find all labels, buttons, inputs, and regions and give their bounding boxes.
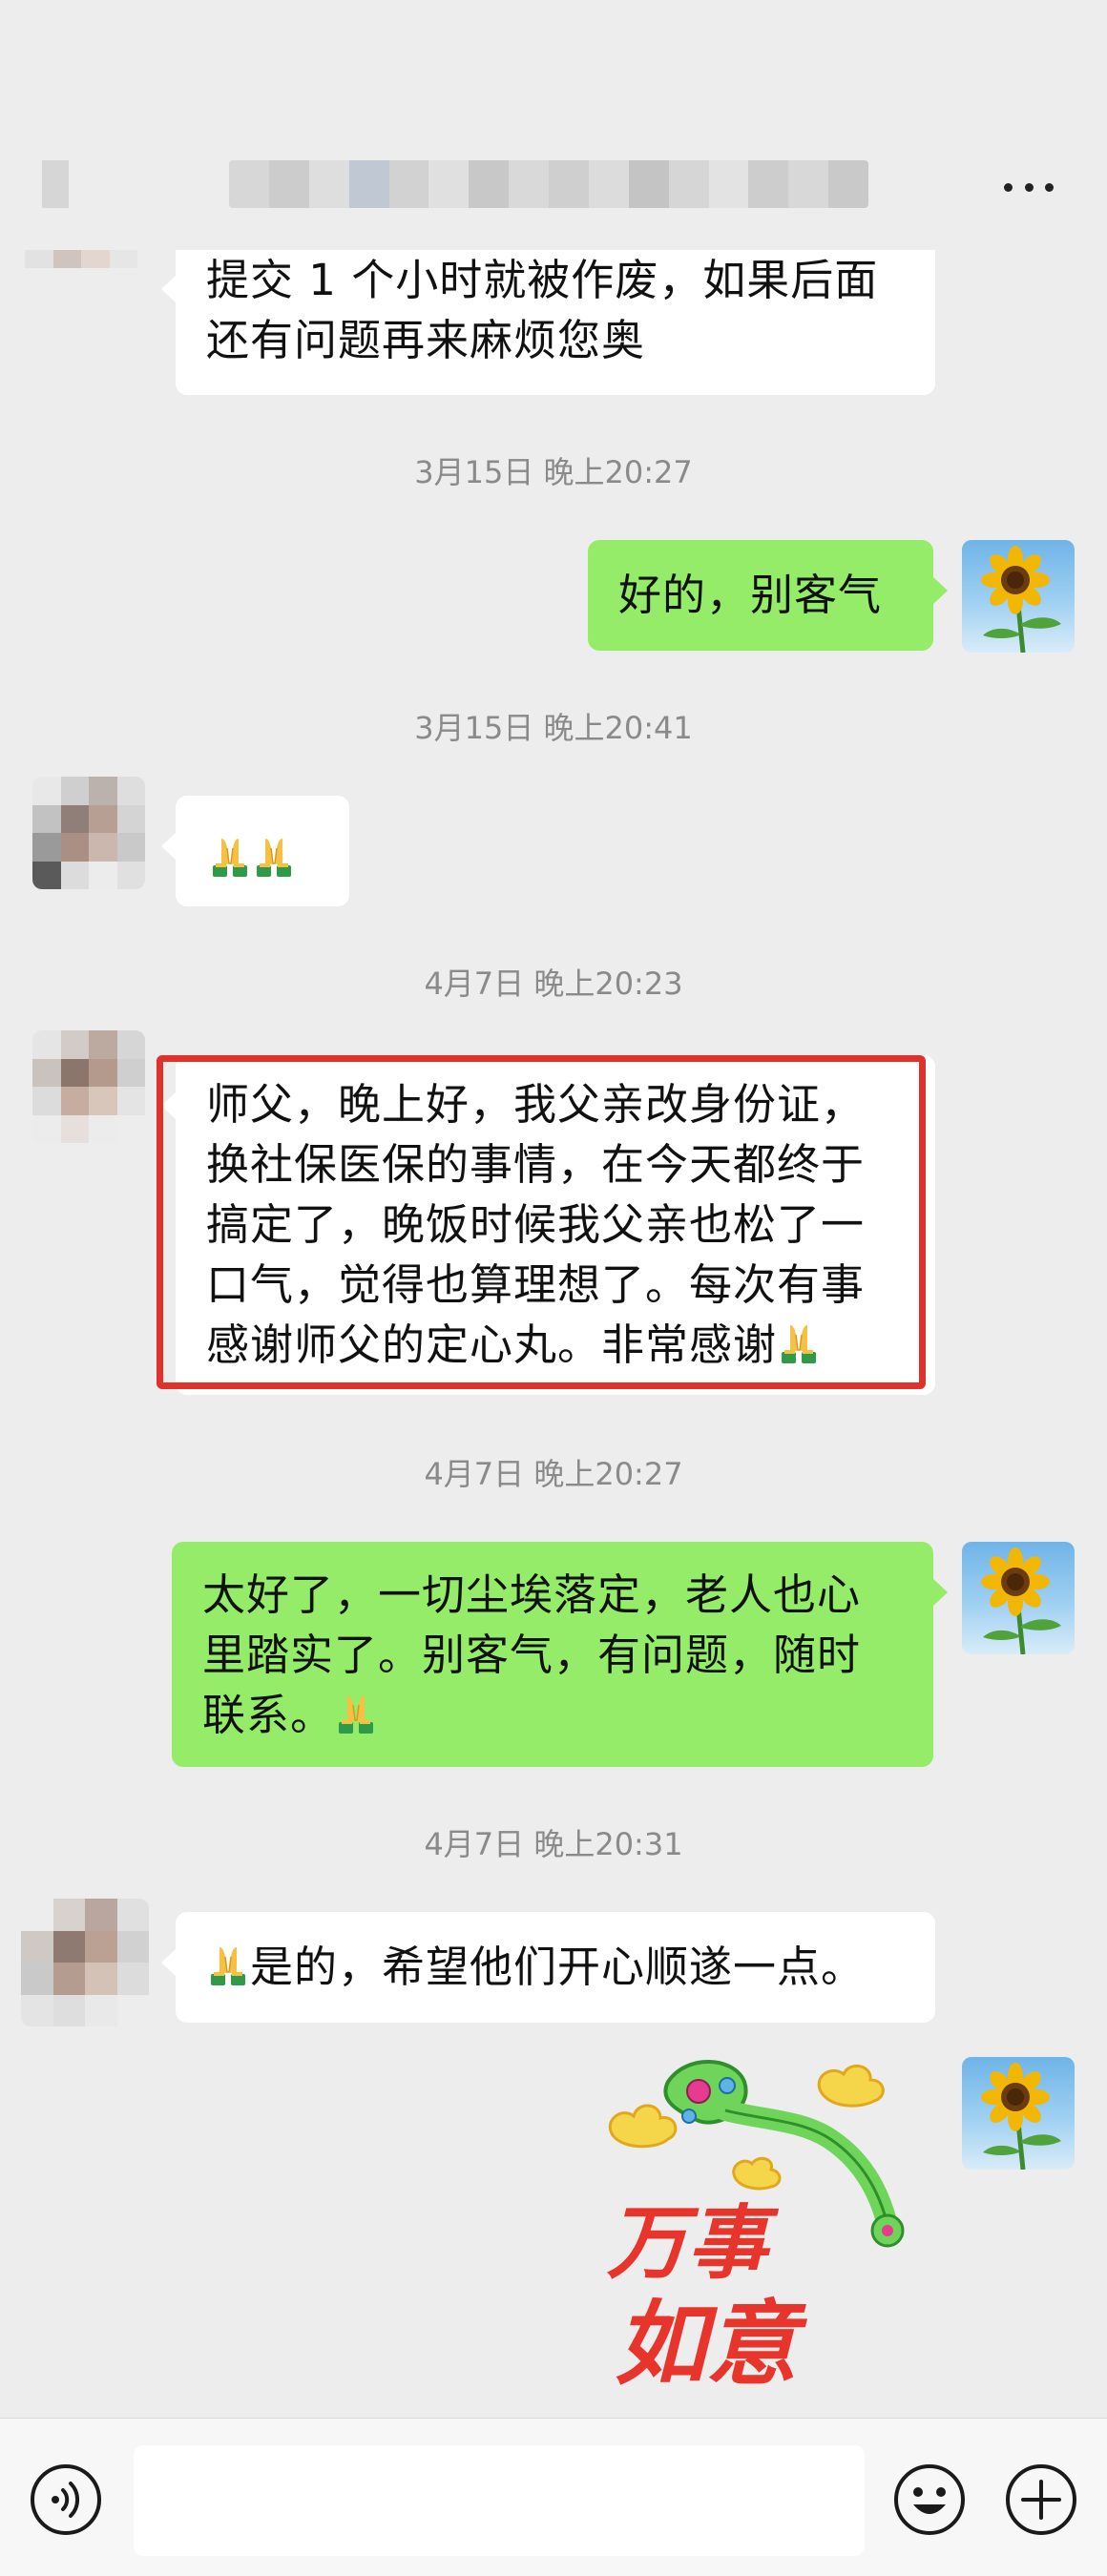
back-button[interactable] <box>42 160 69 208</box>
message-text-line: 口气，觉得也算理想了。每次有事 <box>206 1259 866 1310</box>
message-bubble[interactable]: 师父，晚上好，我父亲改身份证， 换社保医保的事情，在今天都终于 搞定了，晚饭时候… <box>161 1055 935 1395</box>
chat-title <box>229 160 868 208</box>
sunflower-icon <box>962 1542 1075 1654</box>
message-bubble[interactable] <box>161 796 349 906</box>
ruyi-sticker-graphic: 万事 如意 <box>607 2060 905 2398</box>
message-bubble[interactable]: 好的，别客气 <box>588 540 948 651</box>
folded-hands-icon <box>777 1321 821 1365</box>
message-text-line: 搞定了，晚饭时候我父亲也松了一 <box>206 1199 866 1250</box>
chat-area[interactable]: 提交 1 个小时就被作废，如果后面 还有问题再来麻烦您奥 3月15日 晚上20:… <box>0 0 1107 2418</box>
more-dots-icon[interactable] <box>998 170 1059 204</box>
message-bubble[interactable]: 提交 1 个小时就被作废，如果后面 还有问题再来麻烦您奥 <box>161 239 935 395</box>
timestamp: 3月15日 晚上20:27 <box>414 454 693 490</box>
contact-avatar[interactable] <box>21 1899 149 2026</box>
message-input[interactable] <box>134 2445 865 2556</box>
chat-header <box>0 0 1107 250</box>
message-bubble[interactable]: 太好了，一切尘埃落定，老人也心 里踏实了。别客气，有问题，随时 联系。 <box>172 1542 948 1767</box>
message-text-line: 感谢师父的定心丸。非常感谢 <box>206 1319 778 1370</box>
message-text-line: 联系。 <box>202 1690 335 1740</box>
timestamp: 3月15日 晚上20:41 <box>414 710 693 746</box>
sunflower-icon <box>962 2057 1075 2170</box>
message-bubble[interactable]: 是的，希望他们开心顺遂一点。 <box>161 1912 935 2023</box>
message-text-line: 是的，希望他们开心顺遂一点。 <box>250 1942 866 1992</box>
contact-avatar[interactable] <box>32 1030 145 1143</box>
my-avatar[interactable] <box>962 2057 1075 2170</box>
message-text-line: 换社保医保的事情，在今天都终于 <box>206 1139 866 1190</box>
timestamp: 4月7日 晚上20:27 <box>424 1456 683 1492</box>
plus-icon[interactable] <box>1004 2462 1078 2537</box>
ruyi-sticker[interactable]: 万事 如意 <box>601 2053 935 2398</box>
folded-hands-icon <box>206 1943 250 1987</box>
emoji-face-icon[interactable] <box>892 2462 967 2537</box>
message-text-line: 太好了，一切尘埃落定，老人也心 <box>202 1569 862 1620</box>
folded-hands-icon <box>252 835 296 879</box>
input-bar <box>0 2418 1107 2576</box>
folded-hands-icon <box>334 1692 378 1735</box>
message-text-line: 提交 1 个小时就被作废，如果后面 <box>206 255 879 305</box>
folded-hands-icon <box>208 835 252 879</box>
timestamp: 4月7日 晚上20:31 <box>424 1826 683 1862</box>
sticker-text: 如意 <box>615 2290 808 2397</box>
contact-avatar[interactable] <box>32 777 145 889</box>
voice-icon[interactable] <box>29 2462 103 2537</box>
message-text-line: 里踏实了。别客气，有问题，随时 <box>202 1630 862 1680</box>
sunflower-icon <box>962 540 1075 653</box>
timestamp: 4月7日 晚上20:23 <box>424 966 683 1002</box>
my-avatar[interactable] <box>962 540 1075 653</box>
sticker-text: 万事 <box>607 2195 780 2290</box>
message-text-line: 还有问题再来麻烦您奥 <box>206 315 646 365</box>
my-avatar[interactable] <box>962 1542 1075 1654</box>
message-text-line: 师父，晚上好，我父亲改身份证， <box>206 1079 866 1130</box>
message-text-line: 好的，别客气 <box>618 570 883 620</box>
